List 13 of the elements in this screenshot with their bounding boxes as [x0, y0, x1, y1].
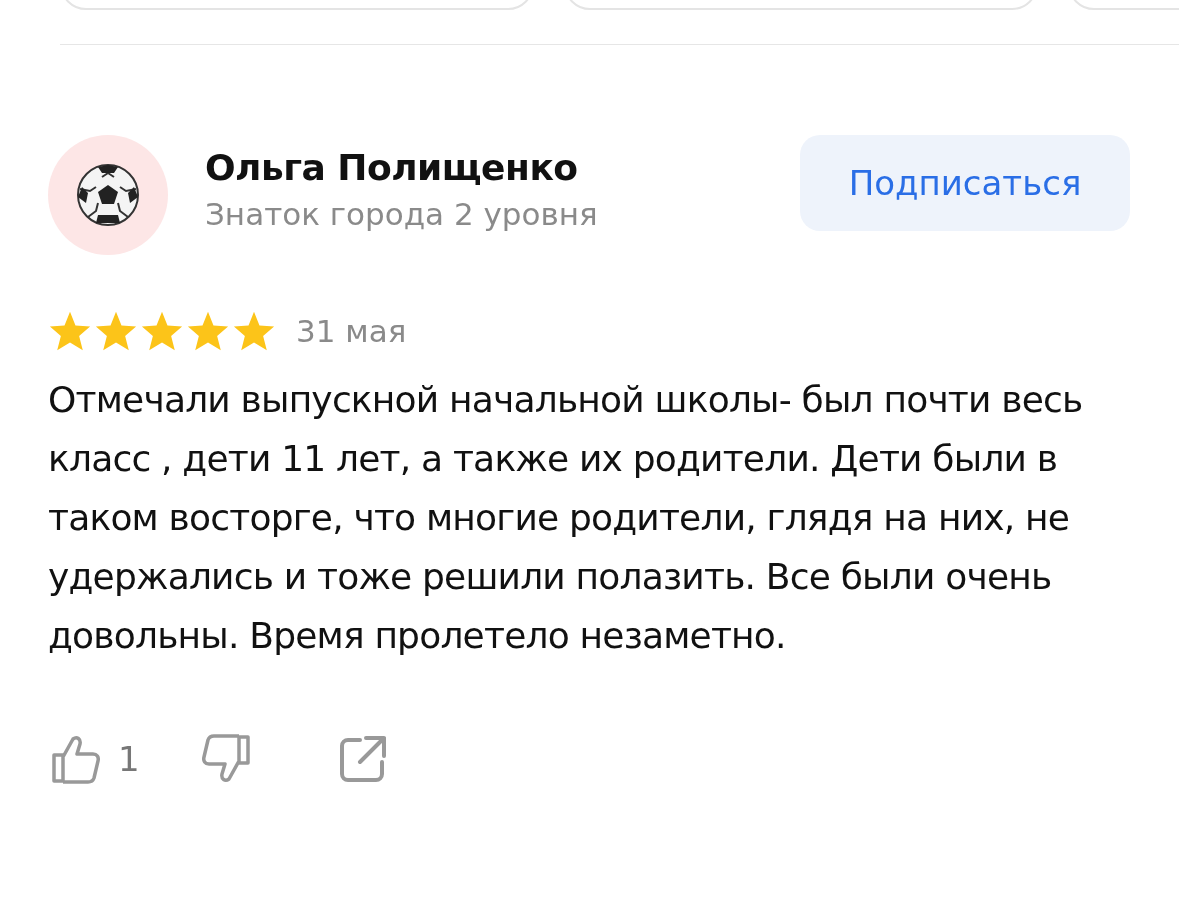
author-level: Знаток города 2 уровня — [205, 196, 599, 232]
author-name[interactable]: Ольга Полищенко — [205, 147, 800, 188]
star-icon — [48, 310, 92, 352]
star-icon — [186, 310, 230, 352]
star-icon — [94, 310, 138, 352]
review-date: 31 мая — [296, 313, 407, 349]
review-text: Отмечали выпускной начальной школы- был почти весь класс , дети 11 лет, а также их родители. Дети были в таком восторге, что многие родители, глядя на них, не удержались и тоже решили полазить. Все были очень довольны. Время пролетело незаметно. — [48, 378, 1084, 658]
soccer-ball-icon — [76, 163, 140, 227]
subscribe-button[interactable]: Подписаться — [800, 135, 1130, 231]
star-icon — [140, 310, 184, 352]
star-icon — [232, 310, 276, 352]
share-icon[interactable] — [337, 734, 388, 784]
like-count: 1 — [118, 739, 140, 779]
